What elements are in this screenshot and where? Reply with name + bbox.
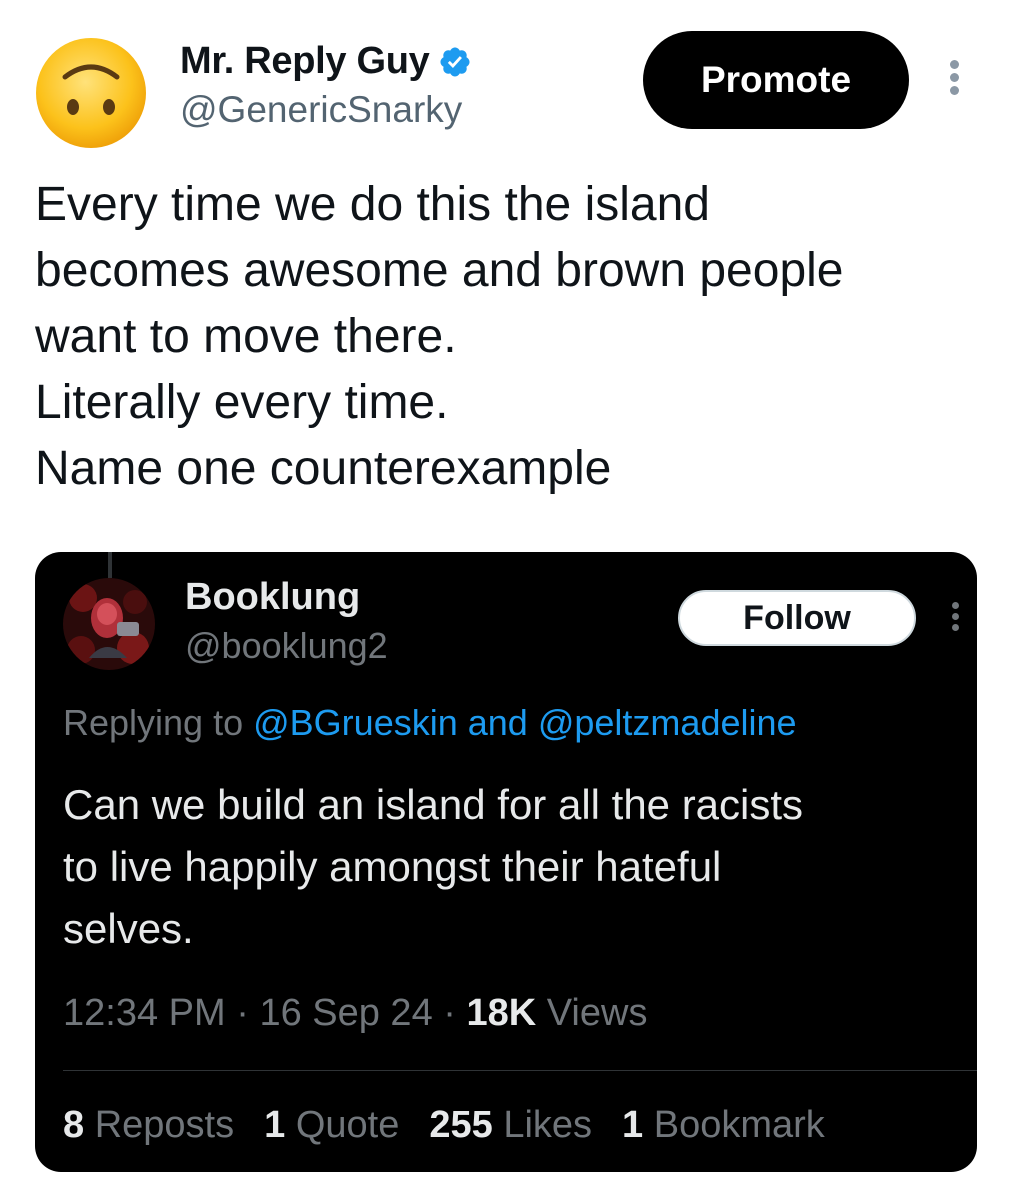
bookmark-label: Bookmark	[653, 1104, 825, 1146]
quoted-author-handle[interactable]: @booklung2	[185, 625, 388, 667]
verified-badge-icon[interactable]	[438, 45, 472, 79]
quoted-post-screenshot[interactable]: Booklung @booklung2 Follow Replying to @…	[35, 552, 977, 1172]
post-text-line: want to move there.	[35, 310, 457, 363]
post-time[interactable]: 12:34 PM	[63, 992, 226, 1034]
author-name[interactable]: Mr. Reply Guy	[180, 40, 430, 83]
quoted-post-text: Can we build an island for all the racis…	[63, 774, 963, 960]
author-block: Mr. Reply Guy @GenericSnarky	[180, 40, 472, 131]
quoted-text-line: to live happily amongst their hateful	[63, 843, 722, 890]
quote-label: Quote	[295, 1104, 400, 1146]
quoted-text-line: Can we build an island for all the racis…	[63, 781, 804, 828]
post: Mr. Reply Guy @GenericSnarky Promote Eve…	[0, 0, 1010, 1200]
quoted-author-block: Booklung @booklung2	[185, 576, 388, 667]
likes-label: Likes	[503, 1104, 593, 1146]
post-text-line: becomes awesome and brown people	[35, 244, 844, 297]
avatar-image-icon	[63, 578, 155, 670]
mention-link[interactable]: @peltzmadeline	[538, 702, 797, 743]
follow-button[interactable]: Follow	[678, 590, 916, 646]
quoted-author-name[interactable]: Booklung	[185, 576, 388, 619]
likes-stat[interactable]: 255 Likes	[429, 1104, 592, 1147]
author-avatar[interactable]	[35, 37, 147, 149]
quoted-post-meta: 12:34 PM · 16 Sep 24 · 18K Views	[63, 992, 647, 1035]
views-label: Views	[546, 992, 648, 1034]
replying-prefix: Replying to	[63, 702, 244, 743]
quote-count: 1	[264, 1104, 286, 1146]
quote-stat[interactable]: 1 Quote	[264, 1104, 399, 1147]
promote-button[interactable]: Promote	[643, 31, 909, 129]
bookmark-count: 1	[622, 1104, 644, 1146]
post-text: Every time we do this the island becomes…	[35, 172, 985, 502]
thread-line	[108, 552, 112, 578]
meta-separator: ·	[236, 992, 249, 1034]
post-text-line: Literally every time.	[35, 376, 449, 429]
reposts-label: Reposts	[94, 1104, 235, 1146]
post-text-line: Name one counterexample	[35, 442, 612, 495]
views-count: 18K	[466, 992, 537, 1034]
post-text-line: Every time we do this the island	[35, 178, 710, 231]
bookmark-stat[interactable]: 1 Bookmark	[622, 1104, 825, 1147]
quoted-text-line: selves.	[63, 905, 194, 952]
post-date[interactable]: 16 Sep 24	[259, 992, 432, 1034]
reposts-count: 8	[63, 1104, 85, 1146]
replying-and: and	[467, 702, 528, 743]
author-handle[interactable]: @GenericSnarky	[180, 89, 472, 131]
replying-to: Replying to @BGrueskin and @peltzmadelin…	[63, 702, 797, 744]
reposts-stat[interactable]: 8 Reposts	[63, 1104, 234, 1147]
more-options-icon[interactable]	[942, 60, 966, 104]
divider	[63, 1070, 977, 1071]
upside-down-face-icon	[36, 38, 146, 148]
quoted-author-avatar[interactable]	[63, 578, 155, 670]
mention-link[interactable]: @BGrueskin	[253, 702, 458, 743]
quoted-more-options-icon[interactable]	[946, 602, 964, 638]
likes-count: 255	[429, 1104, 493, 1146]
engagement-stats: 8 Reposts 1 Quote 255 Likes 1 Bookmark	[63, 1104, 825, 1147]
meta-separator: ·	[443, 992, 456, 1034]
